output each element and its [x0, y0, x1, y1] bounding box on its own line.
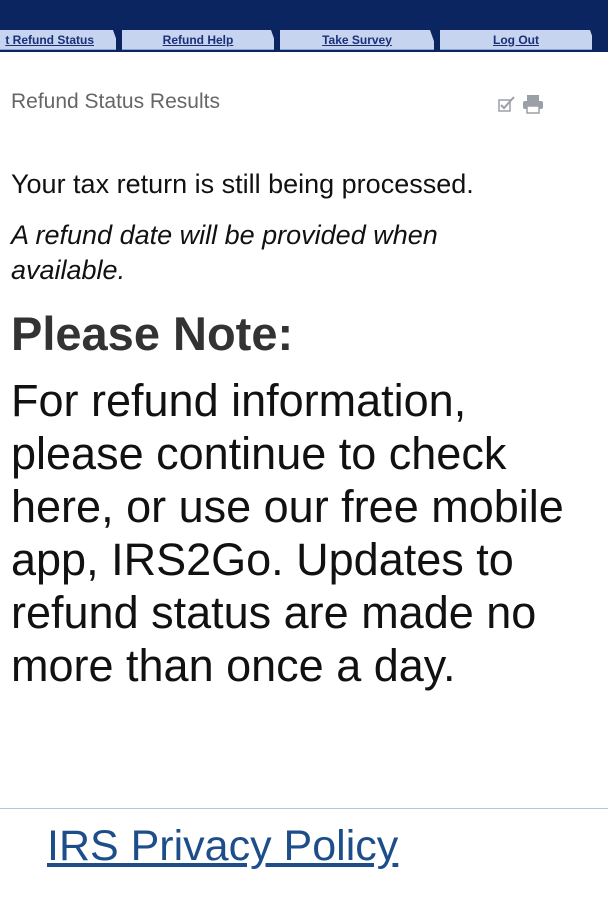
please-note-heading: Please Note: [11, 307, 294, 360]
tab-log-out-link[interactable]: Log Out [493, 33, 539, 47]
refund-date-note: A refund date will be provided when avai… [11, 220, 438, 285]
processing-status-message: Your tax return is still being processed… [11, 169, 474, 199]
top-header-bar [0, 0, 608, 30]
tab-refund-status[interactable]: t Refund Status [0, 30, 116, 50]
tab-refund-status-link[interactable]: t Refund Status [5, 33, 94, 47]
page-title: Refund Status Results [11, 90, 220, 113]
please-note-body: For refund information, please continue … [11, 375, 564, 691]
privacy-policy-link[interactable]: IRS Privacy Policy [47, 822, 398, 871]
tab-take-survey[interactable]: Take Survey [280, 30, 434, 50]
printer-icon[interactable] [522, 94, 544, 119]
tab-separator [430, 30, 440, 44]
tab-separator [590, 30, 600, 44]
page-tools [498, 94, 544, 119]
nav-tab-bar: t Refund Status Refund Help Take Survey … [0, 30, 608, 52]
tab-take-survey-link[interactable]: Take Survey [322, 33, 392, 47]
footer-divider [0, 808, 608, 809]
tab-log-out[interactable]: Log Out [440, 30, 592, 50]
checkmark-edit-icon[interactable] [498, 96, 516, 117]
tab-refund-help-link[interactable]: Refund Help [163, 33, 234, 47]
tab-refund-help[interactable]: Refund Help [122, 30, 274, 50]
